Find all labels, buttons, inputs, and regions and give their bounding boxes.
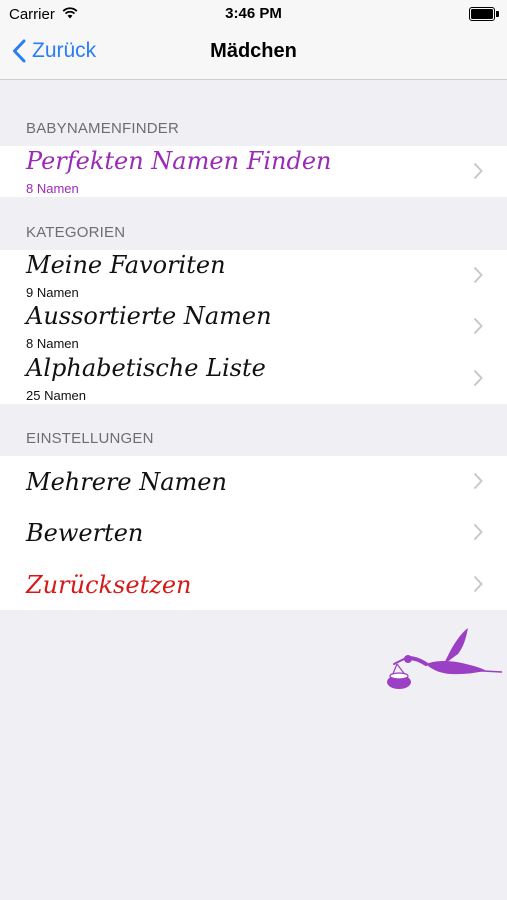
- navigation-bar: Carrier 3:46 PM Zurück Mädchen: [0, 0, 507, 80]
- row-subtitle: 8 Namen: [26, 336, 79, 352]
- section-header-categories: KATEGORIEN: [26, 224, 126, 241]
- settings-group: Mehrere Namen Bewerten Zurücksetzen: [0, 456, 507, 610]
- chevron-right-icon: [473, 318, 483, 335]
- clock: 3:46 PM: [225, 5, 282, 22]
- row-subtitle: 8 Namen: [26, 181, 79, 196]
- row-title: Zurücksetzen: [26, 570, 192, 599]
- page-title: Mädchen: [210, 40, 297, 62]
- chevron-right-icon: [473, 162, 483, 180]
- row-reset[interactable]: Zurücksetzen: [0, 559, 507, 610]
- row-subtitle: 25 Namen: [26, 387, 86, 403]
- chevron-right-icon: [473, 472, 483, 490]
- row-subtitle: 9 Namen: [26, 285, 79, 300]
- row-rate[interactable]: Bewerten: [0, 507, 507, 558]
- row-perfect-name-finder[interactable]: Perfekten Namen Finden 8 Namen: [0, 146, 507, 197]
- chevron-right-icon: [473, 524, 483, 541]
- row-title: Aussortierte Namen: [26, 302, 272, 331]
- section-header-finder: BABYNAMENFINDER: [26, 120, 180, 137]
- battery-icon: [469, 7, 499, 21]
- app-screen: Carrier 3:46 PM Zurück Mädchen BABYNAMEN…: [0, 0, 507, 900]
- row-alphabetical-list[interactable]: Alphabetische Liste 25 Namen: [0, 353, 507, 404]
- row-title: Mehrere Namen: [26, 468, 227, 496]
- row-favorites[interactable]: Meine Favoriten 9 Namen: [0, 250, 507, 301]
- chevron-right-icon: [473, 266, 483, 284]
- row-title: Perfekten Namen Finden: [26, 147, 332, 175]
- finder-group: Perfekten Namen Finden 8 Namen: [0, 146, 507, 198]
- chevron-right-icon: [473, 369, 483, 386]
- row-multiple-names[interactable]: Mehrere Namen: [0, 456, 507, 507]
- categories-group: Meine Favoriten 9 Namen Aussortierte Nam…: [0, 250, 507, 404]
- chevron-right-icon: [473, 575, 483, 592]
- section-header-settings: EINSTELLUNGEN: [26, 430, 154, 447]
- stork-icon: [387, 628, 503, 689]
- row-sorted-out-names[interactable]: Aussortierte Namen 8 Namen: [0, 301, 507, 352]
- row-title: Meine Favoriten: [26, 251, 226, 279]
- status-bar: Carrier 3:46 PM: [0, 0, 507, 28]
- row-title: Alphabetische Liste: [26, 353, 266, 382]
- row-title: Bewerten: [26, 519, 144, 548]
